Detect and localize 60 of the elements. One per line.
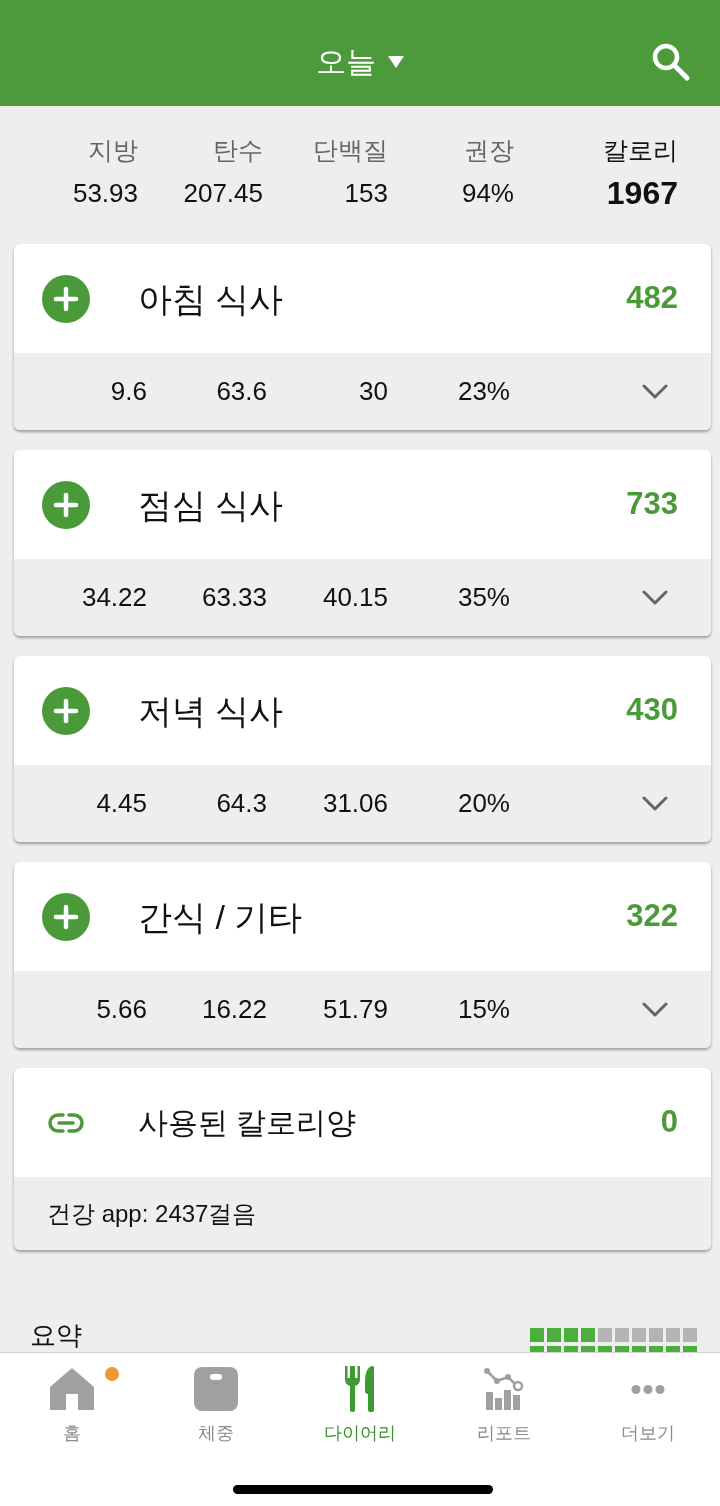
meal-calories: 482 [626,279,678,318]
add-icon[interactable] [42,892,90,941]
summary-title: 요약 [30,1321,82,1349]
tab-button[interactable]: 다이어리 [288,1367,432,1445]
nutrient-total: 94% [460,177,514,210]
meal-name: 저녁 식사 [138,690,285,732]
add-icon[interactable] [42,274,90,323]
nutrient-value: 9.6 [109,375,147,408]
caret-icon [388,56,404,68]
calorie-total: 1967 [605,174,678,213]
meal-name: 아침 식사 [138,278,285,320]
nutrient-value: 16.22 [200,993,267,1026]
calorie-label: 칼로리 [602,135,678,166]
nutrient-value: 40.15 [321,581,388,614]
chevron-down-icon[interactable] [642,796,668,811]
home-icon [50,1368,94,1410]
add-icon[interactable] [42,686,90,735]
nutrient-value: 64.3 [215,787,267,820]
nutrient-value: 34.22 [80,581,147,614]
search-icon[interactable] [652,43,690,81]
nutrient-total: 207.45 [182,177,263,210]
chevron-down-icon[interactable] [642,590,668,605]
meal-calories: 322 [626,897,678,936]
nutrient-value: 15% [456,993,510,1026]
scale-icon [194,1367,238,1411]
burned-label: 사용된 칼로리양 [138,1104,358,1141]
chart-icon [484,1368,524,1410]
nutrient-value: 51.79 [321,993,388,1026]
meal-calories: 733 [626,485,678,524]
nutrient-value: 35% [456,581,510,614]
nutrient-label: 탄수 [212,135,263,166]
tab-button[interactable]: 더보기 [576,1367,720,1445]
nutrient-value: 23% [456,375,510,408]
tab-button[interactable]: 홈 [0,1367,144,1445]
step-count-note: 건강 app: 2437걸음 [47,1198,257,1229]
meal-name: 점심 식사 [138,484,285,526]
fork-knife-icon [343,1366,377,1412]
nutrient-label: 지방 [87,135,138,166]
chevron-down-icon[interactable] [642,384,668,399]
nutrient-value: 63.6 [215,375,267,408]
burned-calories: 0 [660,1103,678,1142]
link-icon [48,1112,84,1133]
nutrient-total: 53.93 [71,177,138,210]
tab-button[interactable]: 체중 [144,1367,288,1445]
meal-name: 간식 / 기타 [138,896,304,938]
nutrient-value: 31.06 [321,787,388,820]
date-dropdown[interactable]: 오늘 [316,44,404,80]
nutrient-label: 권장 [463,135,514,166]
nutrient-label: 단백질 [312,135,388,166]
nutrient-value: 4.45 [95,787,147,820]
nutrient-total: 153 [343,177,388,210]
nutrient-value: 20% [456,787,510,820]
nutrient-value: 5.66 [95,993,147,1026]
chevron-down-icon[interactable] [642,1002,668,1017]
more-icon [631,1384,665,1394]
meal-calories: 430 [626,691,678,730]
add-icon[interactable] [42,480,90,529]
nutrient-value: 30 [358,375,388,408]
nutrient-value: 63.33 [200,581,267,614]
tab-button[interactable]: 리포트 [432,1367,576,1445]
